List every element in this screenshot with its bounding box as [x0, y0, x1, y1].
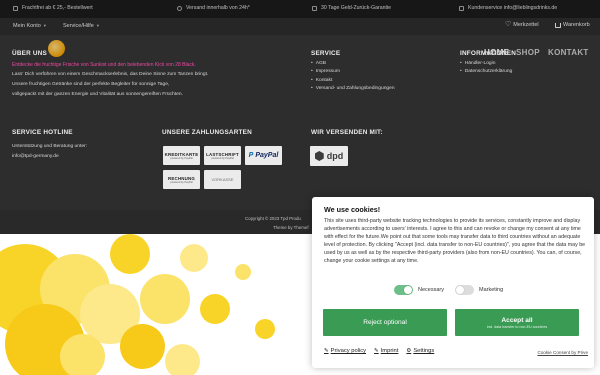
chevron-down-icon: ▼	[95, 23, 100, 28]
wishlist-link[interactable]: ♡ Merkzettel	[505, 21, 539, 28]
menu-shop[interactable]: SHOP	[516, 48, 540, 57]
heart-icon: ♡	[505, 21, 512, 28]
account-nav-bar: Mein Konto ▼ Service/Hilfe ▼ ♡ Merkzettel …	[0, 18, 600, 35]
about-line-1: Lass' Dich verführen von einem Geschmack…	[12, 72, 209, 77]
toggle-knob	[404, 286, 412, 294]
info-customer-service[interactable]: Kundenservice info@lieblingsdrinks.de	[459, 5, 557, 11]
about-line-2: Unsere fruchtigen Getränke sind der perf…	[12, 82, 170, 87]
pen-icon: ✎	[374, 348, 379, 354]
menu-kontakt[interactable]: KONTAKT	[548, 48, 589, 57]
settings-link[interactable]: ⚙ Settings	[406, 348, 434, 354]
marketing-toggle[interactable]	[455, 285, 474, 295]
payment-badge-invoice: RECHNUNG powered by PayPal	[163, 170, 200, 189]
cookie-consent-credit[interactable]: Cookie Consent by Prive	[537, 350, 588, 355]
cookie-description: This site uses third-party website track…	[324, 218, 586, 264]
necessary-label: Necessary	[418, 287, 444, 293]
info-money-back: 30 Tage Geld-Zurück-Garantie	[312, 5, 391, 11]
shield-icon	[312, 5, 317, 11]
footer-link-versand[interactable]: Versand- und Zahlungsbedingungen	[311, 85, 395, 93]
top-info-bar: Frachtfrei ab € 25,- Bestellwert Versand…	[0, 0, 600, 18]
accept-all-button[interactable]: Accept all incl. data transfer to non-EU…	[455, 309, 579, 336]
mail-icon	[459, 5, 464, 11]
decor-bubble	[110, 234, 150, 274]
information-links: Händler-Login Datenschutzerklärung	[460, 60, 513, 77]
truck-icon	[13, 5, 18, 11]
cookie-title: We use cookies!	[324, 205, 381, 214]
footer-link-privacy[interactable]: Datenschutzerklärung	[460, 68, 513, 76]
decor-bubble	[165, 344, 200, 375]
service-help-dropdown[interactable]: Service/Hilfe ▼	[63, 23, 100, 29]
menu-home[interactable]: HOME	[484, 48, 509, 57]
payment-badge-prepayment: VORKASSE	[204, 170, 241, 189]
footer-link-agb[interactable]: AGB	[311, 60, 395, 68]
service-heading: SERVICE	[311, 50, 341, 57]
footer-link-kontakt[interactable]: Kontakt	[311, 77, 395, 85]
cart-icon	[555, 22, 561, 28]
decor-bubble	[200, 294, 230, 324]
footer-link-dealer-login[interactable]: Händler-Login	[460, 60, 512, 68]
payment-badge-paypal: P PayPal	[245, 146, 282, 165]
decor-bubble	[140, 274, 190, 324]
my-account-dropdown[interactable]: Mein Konto ▼	[13, 23, 47, 29]
clock-icon	[177, 5, 182, 11]
dpd-cube-icon	[314, 151, 324, 161]
necessary-toggle[interactable]	[394, 285, 413, 295]
cookie-links: ✎ Privacy policy ✎ Imprint ⚙ Settings	[324, 348, 434, 354]
service-links: AGB Impressum Kontakt Versand- und Zahlu…	[311, 60, 395, 93]
toggle-knob	[456, 286, 464, 294]
reject-optional-button[interactable]: Reject optional	[323, 309, 447, 336]
imprint-link[interactable]: ✎ Imprint	[374, 348, 398, 354]
marketing-label: Marketing	[479, 287, 504, 293]
shipping-heading: WIR VERSENDEN MIT:	[311, 129, 383, 136]
hotline-email[interactable]: info@tpd-germany.de	[12, 153, 59, 161]
decor-bubble	[235, 264, 251, 280]
decor-bubble	[120, 324, 165, 369]
info-free-shipping: Frachtfrei ab € 25,- Bestellwert	[13, 5, 93, 11]
about-heading: ÜBER UNS	[12, 50, 47, 57]
toggle-necessary-row: Necessary	[394, 285, 444, 295]
pen-icon: ✎	[324, 348, 329, 354]
payment-badge-debit: LASTSCHRIFT powered by PayPal	[204, 146, 241, 165]
chevron-down-icon: ▼	[42, 23, 47, 28]
decor-bubble	[60, 334, 105, 375]
hotline-text: Unterstützung und Beratung unter:	[12, 144, 88, 149]
info-shipping-time: Versand innerhalb von 24h*	[177, 5, 250, 11]
hotline-heading: SERVICE HOTLINE	[12, 129, 73, 136]
about-ribbon-text: Entdecke die fruchtige Frische von Sunki…	[12, 62, 196, 68]
toggle-marketing-row: Marketing	[455, 285, 503, 295]
copyright-text: Copyright © 2023 Tpd Produ	[245, 216, 301, 221]
privacy-policy-link[interactable]: ✎ Privacy policy	[324, 348, 366, 354]
payment-heading: UNSERE ZAHLUNGSARTEN	[162, 129, 252, 136]
gear-icon: ⚙	[406, 348, 412, 354]
payment-badge-creditcard: KREDITKARTE powered by PayPal	[163, 146, 200, 165]
paypal-icon: P	[248, 152, 254, 159]
decor-bubble	[255, 319, 275, 339]
theme-credit: Theme by Themef	[273, 225, 309, 230]
dpd-logo: dpd	[310, 146, 348, 166]
cookie-consent-dialog: We use cookies! This site uses third-par…	[312, 197, 594, 368]
footer-link-impressum[interactable]: Impressum	[311, 68, 395, 76]
about-line-3: vollgepackt mit der ganzen Energie und V…	[12, 92, 183, 97]
brand-logo-bubble	[48, 40, 65, 57]
decor-bubble	[180, 244, 208, 272]
cart-link[interactable]: Warenkorb	[555, 22, 590, 28]
